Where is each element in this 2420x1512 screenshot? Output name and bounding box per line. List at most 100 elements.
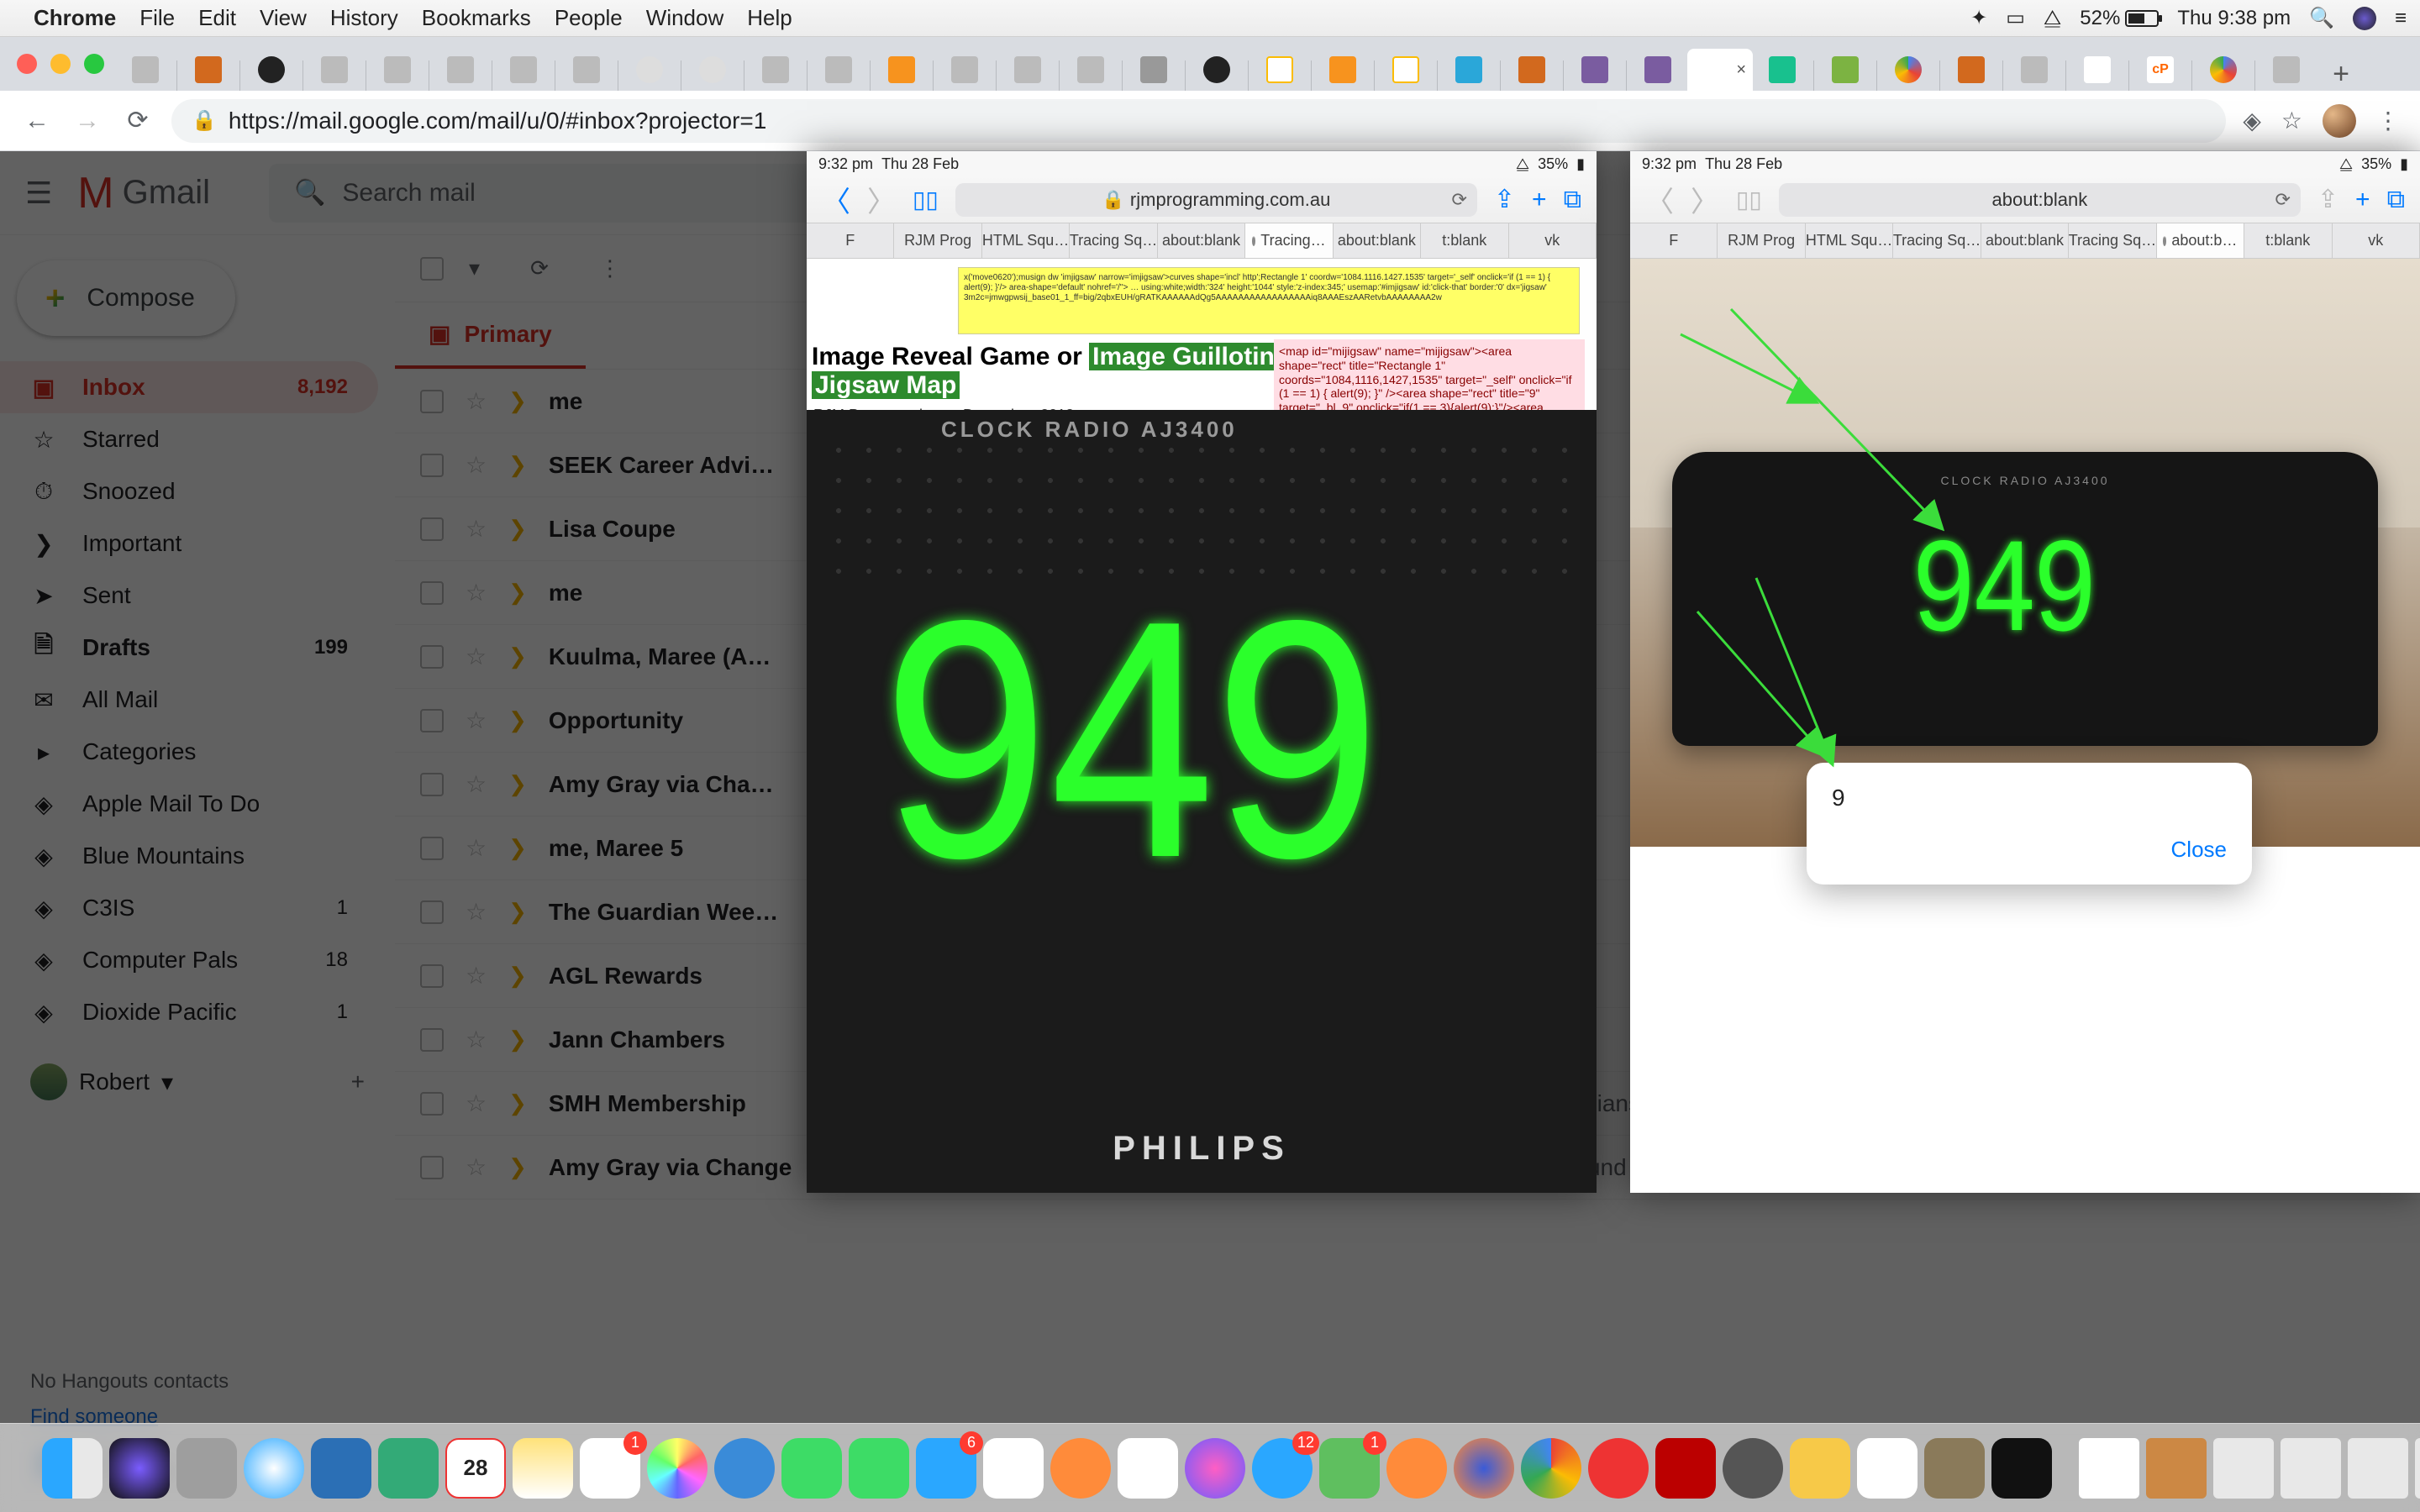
safari-tab[interactable]: about:blank (1981, 223, 2069, 258)
dock-numbers[interactable] (983, 1438, 1044, 1499)
sidebar-item-computer-pals[interactable]: ◈Computer Pals18 (0, 934, 378, 986)
row-checkbox[interactable] (420, 645, 444, 669)
chrome-tab[interactable] (874, 49, 929, 91)
important-icon[interactable]: ❯ (508, 1090, 527, 1116)
dock-preview[interactable] (378, 1438, 439, 1499)
important-icon[interactable]: ❯ (508, 899, 527, 925)
chrome-tab[interactable] (1754, 49, 1810, 91)
menu-people[interactable]: People (555, 5, 623, 31)
dock-books[interactable] (1050, 1438, 1111, 1499)
important-icon[interactable]: ❯ (508, 452, 527, 478)
row-checkbox[interactable] (420, 1028, 444, 1052)
dock-generic[interactable] (1790, 1438, 1850, 1499)
chrome-tab[interactable] (1567, 49, 1623, 91)
safari-tab[interactable]: Tracing Sq… (1070, 223, 1157, 258)
row-checkbox[interactable] (420, 837, 444, 860)
dock-doc[interactable] (2079, 1438, 2139, 1499)
chrome-tab[interactable] (1944, 49, 1999, 91)
row-checkbox[interactable] (420, 581, 444, 605)
forward-button[interactable]: → (71, 104, 104, 138)
star-icon[interactable]: ☆ (466, 834, 487, 862)
safari-tab[interactable]: vk (2333, 223, 2420, 258)
menu-window[interactable]: Window (646, 5, 723, 31)
reload-icon[interactable]: ⟳ (1451, 189, 1466, 211)
safari-bookmarks-icon[interactable]: ▯▯ (913, 186, 939, 213)
compose-button[interactable]: + Compose (17, 260, 235, 336)
dock-doc[interactable] (2213, 1438, 2274, 1499)
row-checkbox[interactable] (420, 1156, 444, 1179)
chrome-tab[interactable] (118, 49, 173, 91)
row-checkbox[interactable] (420, 900, 444, 924)
sidebar-item-starred[interactable]: ☆Starred (0, 413, 378, 465)
safari-forward-icon[interactable]: 〉 (1691, 179, 1719, 220)
dock-doc[interactable] (2348, 1438, 2408, 1499)
sidebar-item-all-mail[interactable]: ✉All Mail (0, 674, 378, 726)
menu-file[interactable]: File (139, 5, 175, 31)
close-tab-icon[interactable]: × (1736, 60, 1746, 80)
important-icon[interactable]: ❯ (508, 580, 527, 606)
dock-notes[interactable] (513, 1438, 573, 1499)
tab-primary[interactable]: ▣ Primary (395, 302, 586, 369)
profile-avatar[interactable] (2323, 104, 2356, 138)
star-icon[interactable]: ☆ (466, 387, 487, 415)
menu-edit[interactable]: Edit (198, 5, 236, 31)
spotlight-icon[interactable]: 🔍 (2309, 6, 2334, 30)
menu-history[interactable]: History (330, 5, 398, 31)
row-checkbox[interactable] (420, 1092, 444, 1116)
star-icon[interactable]: ☆ (466, 579, 487, 606)
dock-gimp[interactable] (1924, 1438, 1985, 1499)
chrome-tab[interactable] (496, 49, 551, 91)
main-menu-icon[interactable]: ☰ (25, 176, 52, 211)
bookmark-star-icon[interactable]: ☆ (2281, 107, 2302, 134)
dock-firefox[interactable] (1454, 1438, 1514, 1499)
chrome-tab[interactable] (1189, 49, 1244, 91)
dock-itunes-connect[interactable] (714, 1438, 775, 1499)
dock-launchpad[interactable] (176, 1438, 237, 1499)
safari-url-field[interactable]: about:blank ⟳ (1779, 183, 2301, 217)
dock-chrome[interactable] (1521, 1438, 1581, 1499)
select-all-checkbox[interactable] (420, 257, 444, 281)
chrome-tab[interactable] (559, 49, 614, 91)
safari-tab[interactable]: about:blank (1334, 223, 1421, 258)
dock-filezilla[interactable] (1655, 1438, 1716, 1499)
chrome-tab[interactable] (2259, 49, 2314, 91)
share-icon[interactable]: ⇪ (1494, 185, 1515, 214)
chrome-tab[interactable] (1126, 49, 1181, 91)
close-window-button[interactable] (17, 54, 37, 74)
dock-terminal[interactable] (1991, 1438, 2052, 1499)
sidebar-item-snoozed[interactable]: ⏱Snoozed (0, 465, 378, 517)
row-checkbox[interactable] (420, 709, 444, 732)
dock-mail[interactable]: 6 (916, 1438, 976, 1499)
select-dropdown-icon[interactable]: ▾ (469, 255, 480, 281)
important-icon[interactable]: ❯ (508, 771, 527, 797)
dock-finder[interactable] (42, 1438, 103, 1499)
airplay-icon[interactable]: ▭ (2006, 6, 2025, 30)
chrome-tab[interactable] (2070, 49, 2125, 91)
wifi-icon[interactable]: ⧋ (2044, 7, 2061, 30)
reload-icon[interactable]: ⟳ (2275, 189, 2290, 211)
safari-tab[interactable]: vk (1509, 223, 1597, 258)
share-icon[interactable]: ⇪ (2317, 185, 2338, 214)
dock-news[interactable] (1118, 1438, 1178, 1499)
dock-safari[interactable] (244, 1438, 304, 1499)
chrome-tab[interactable] (2196, 49, 2251, 91)
sidebar-item-sent[interactable]: ➤Sent (0, 570, 378, 622)
star-icon[interactable]: ☆ (466, 1153, 487, 1181)
important-icon[interactable]: ❯ (508, 1026, 527, 1053)
tabs-icon[interactable]: ⧉ (1564, 186, 1581, 214)
safari-tab[interactable]: F (807, 223, 894, 258)
safari-back-icon[interactable]: 〈 (1645, 179, 1674, 220)
safari-tab[interactable]: t:blank (1421, 223, 1508, 258)
dock-generic[interactable]: 1 (1319, 1438, 1380, 1499)
dock-reminders[interactable]: 1 (580, 1438, 640, 1499)
menu-help[interactable]: Help (747, 5, 792, 31)
more-icon[interactable]: ⋮ (599, 255, 621, 281)
app-name[interactable]: Chrome (34, 5, 116, 31)
chrome-tab[interactable] (1818, 49, 1873, 91)
safari-tab[interactable]: about:b… (2157, 223, 2244, 258)
menubar-clock[interactable]: Thu 9:38 pm (2177, 7, 2291, 30)
sidebar-item-drafts[interactable]: 🗎Drafts199 (0, 622, 378, 674)
add-contact-icon[interactable]: + (351, 1068, 365, 1095)
new-tab-icon[interactable]: + (1532, 186, 1547, 214)
reload-button[interactable]: ⟳ (121, 104, 155, 138)
